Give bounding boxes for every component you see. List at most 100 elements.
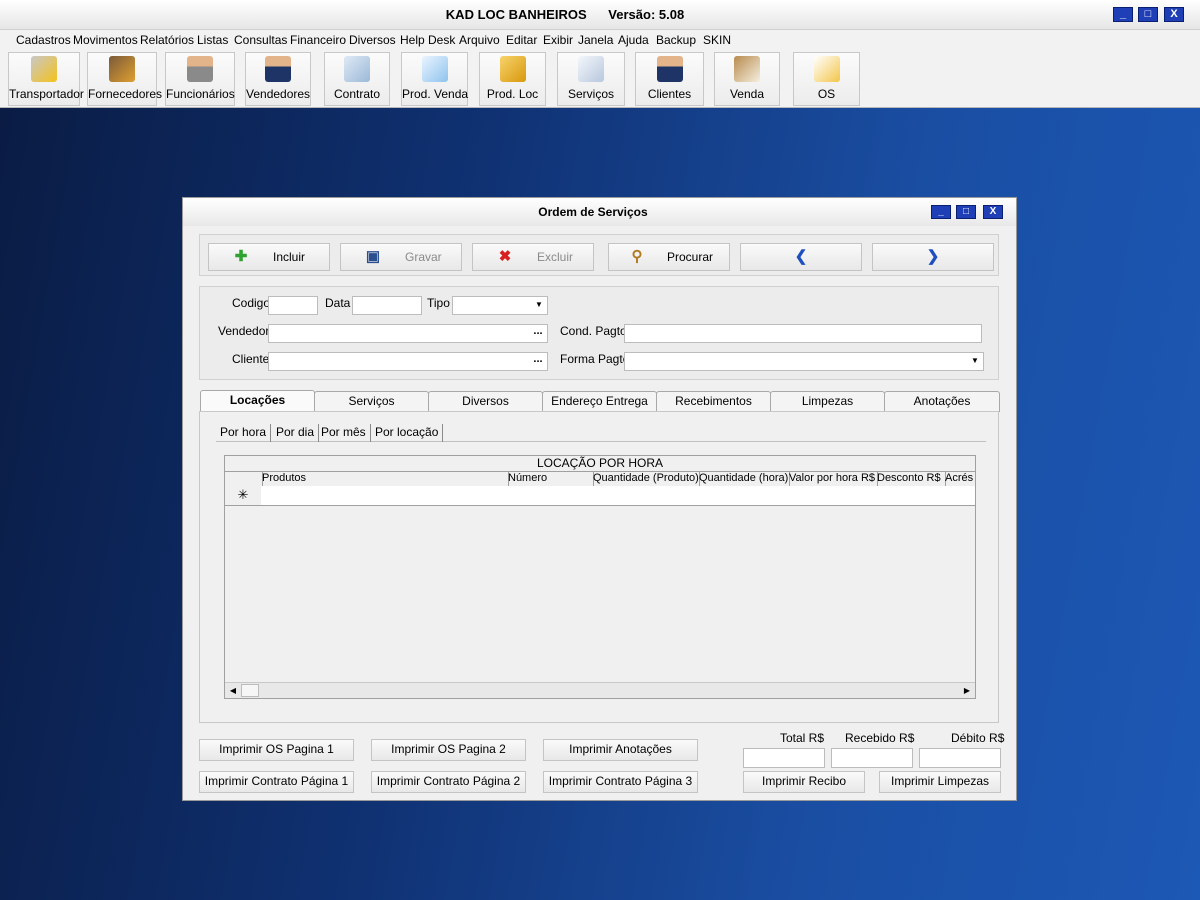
- menu-arquivo[interactable]: Arquivo: [459, 33, 500, 47]
- minimize-button[interactable]: _: [1113, 7, 1133, 22]
- menu-ajuda[interactable]: Ajuda: [618, 33, 649, 47]
- tipo-select[interactable]: ▼: [452, 296, 548, 315]
- forma-pagto-select[interactable]: ▼: [624, 352, 984, 371]
- toolbar-fornecedores-button[interactable]: Fornecedores: [87, 52, 162, 106]
- toolbar-contrato-button[interactable]: Contrato: [324, 52, 390, 106]
- toolbar-prod-loc-button[interactable]: Prod. Loc: [479, 52, 546, 106]
- tab-recebimentos[interactable]: Recebimentos: [656, 391, 771, 412]
- subtab-por-locacao[interactable]: Por locação: [375, 424, 444, 442]
- dialog-minimize-button[interactable]: _: [931, 205, 951, 219]
- col-quantidade-produto[interactable]: Quantidade (Produto): [592, 472, 700, 487]
- imprimir-anotacoes-button[interactable]: Imprimir Anotações: [543, 739, 698, 761]
- cliente-field[interactable]: ...: [268, 352, 548, 371]
- imprimir-recibo-button[interactable]: Imprimir Recibo: [743, 771, 865, 793]
- debito-label: Débito R$: [951, 731, 1005, 745]
- locacao-grid[interactable]: LOCAÇÃO POR HORA Produtos Número Quantid…: [224, 455, 976, 699]
- menu-skin[interactable]: SKIN: [703, 33, 731, 47]
- cell-produtos[interactable]: [261, 486, 508, 506]
- menu-diversos[interactable]: Diversos: [349, 33, 396, 47]
- next-record-button[interactable]: ❯: [872, 243, 994, 271]
- menu-relatorios[interactable]: Relatórios: [140, 33, 194, 47]
- cell-numero[interactable]: [507, 486, 593, 506]
- maximize-button[interactable]: □: [1138, 7, 1158, 22]
- menu-help-desk[interactable]: Help Desk: [400, 33, 455, 47]
- action-bar: ✚ Incluir ▣ Gravar ✖ Excluir ⚲ Procurar …: [199, 234, 999, 276]
- save-icon: ▣: [365, 248, 381, 265]
- scroll-thumb[interactable]: [241, 684, 259, 697]
- gravar-button[interactable]: ▣ Gravar: [340, 243, 462, 271]
- menu-backup[interactable]: Backup: [656, 33, 696, 47]
- toolbar-funcionarios-button[interactable]: Funcionários: [165, 52, 235, 106]
- previous-record-button[interactable]: ❮: [740, 243, 862, 271]
- toolbar-label: Prod. Venda: [402, 87, 469, 101]
- tab-anotacoes[interactable]: Anotações: [884, 391, 1000, 412]
- box-open-icon: [421, 56, 448, 82]
- chevron-down-icon[interactable]: ▼: [968, 354, 982, 367]
- tab-endereco-entrega[interactable]: Endereço Entrega: [542, 391, 657, 412]
- cell-quantidade-produto[interactable]: [592, 486, 699, 506]
- menu-consultas[interactable]: Consultas: [234, 33, 287, 47]
- subtab-por-dia[interactable]: Por dia: [276, 424, 320, 442]
- imprimir-contrato-pagina-2-button[interactable]: Imprimir Contrato Página 2: [371, 771, 526, 793]
- imprimir-contrato-pagina-1-button[interactable]: Imprimir Contrato Página 1: [199, 771, 354, 793]
- toolbar-servicos-button[interactable]: Serviços: [557, 52, 625, 106]
- col-desconto[interactable]: Desconto R$: [876, 472, 946, 487]
- scroll-right-icon[interactable]: ▶: [960, 684, 974, 697]
- toolbar-transportador-button[interactable]: Transportador: [8, 52, 84, 106]
- col-produtos[interactable]: Produtos: [261, 472, 509, 487]
- imprimir-limpezas-button[interactable]: Imprimir Limpezas: [879, 771, 1001, 793]
- toolbar-vendedores-button[interactable]: Vendedores: [245, 52, 311, 106]
- total-field[interactable]: [743, 748, 825, 768]
- recebido-field[interactable]: [831, 748, 913, 768]
- scroll-left-icon[interactable]: ◀: [226, 684, 240, 697]
- toolbar-prod-venda-button[interactable]: Prod. Venda: [401, 52, 468, 106]
- menu-editar[interactable]: Editar: [506, 33, 537, 47]
- codigo-label: Codigo: [232, 296, 271, 310]
- menu-exibir[interactable]: Exibir: [543, 33, 573, 47]
- suppliers-icon: [109, 56, 135, 82]
- data-field[interactable]: [352, 296, 422, 315]
- menu-cadastros[interactable]: Cadastros: [16, 33, 71, 47]
- chevron-down-icon[interactable]: ▼: [532, 298, 546, 311]
- plus-icon: ✚: [234, 248, 248, 265]
- excluir-label: Excluir: [537, 250, 574, 264]
- col-valor-por-hora[interactable]: Valor por hora R$: [788, 472, 878, 487]
- tab-limpezas[interactable]: Limpezas: [770, 391, 885, 412]
- subtab-por-hora[interactable]: Por hora: [220, 424, 272, 442]
- menu-janela[interactable]: Janela: [578, 33, 613, 47]
- menu-listas[interactable]: Listas: [197, 33, 228, 47]
- cell-valor-por-hora[interactable]: [788, 486, 877, 506]
- vendedor-field[interactable]: ...: [268, 324, 548, 343]
- close-button[interactable]: X: [1164, 7, 1184, 22]
- incluir-button[interactable]: ✚ Incluir: [208, 243, 330, 271]
- cond-pagto-field[interactable]: [624, 324, 982, 343]
- cell-quantidade-hora[interactable]: [698, 486, 789, 506]
- subtab-por-mes[interactable]: Por mês: [321, 424, 371, 442]
- debito-field[interactable]: [919, 748, 1001, 768]
- col-numero[interactable]: Número: [507, 472, 594, 487]
- vendedor-lookup-button[interactable]: ...: [530, 325, 546, 340]
- horizontal-scrollbar[interactable]: ◀ ▶: [225, 682, 975, 698]
- toolbar-venda-button[interactable]: Venda: [714, 52, 780, 106]
- pencil-note-icon: [813, 56, 840, 82]
- imprimir-contrato-pagina-3-button[interactable]: Imprimir Contrato Página 3: [543, 771, 698, 793]
- col-acrescimo[interactable]: Acrés: [944, 472, 976, 487]
- codigo-field[interactable]: [268, 296, 318, 315]
- imprimir-os-pagina-1-button[interactable]: Imprimir OS Pagina 1: [199, 739, 354, 761]
- toolbar-clientes-button[interactable]: Clientes: [635, 52, 704, 106]
- procurar-button[interactable]: ⚲ Procurar: [608, 243, 730, 271]
- col-quantidade-hora[interactable]: Quantidade (hora): [698, 472, 790, 487]
- dialog-maximize-button[interactable]: □: [956, 205, 976, 219]
- imprimir-os-pagina-2-button[interactable]: Imprimir OS Pagina 2: [371, 739, 526, 761]
- tab-diversos[interactable]: Diversos: [428, 391, 543, 412]
- excluir-button[interactable]: ✖ Excluir: [472, 243, 594, 271]
- menu-financeiro[interactable]: Financeiro: [290, 33, 346, 47]
- tab-locacoes[interactable]: Locações: [200, 390, 315, 413]
- cell-acrescimo[interactable]: [944, 486, 975, 506]
- dialog-close-button[interactable]: X: [983, 205, 1003, 219]
- tab-servicos[interactable]: Serviços: [314, 391, 429, 412]
- cliente-lookup-button[interactable]: ...: [530, 353, 546, 368]
- cell-desconto[interactable]: [876, 486, 945, 506]
- toolbar-os-button[interactable]: OS: [793, 52, 860, 106]
- menu-movimentos[interactable]: Movimentos: [73, 33, 138, 47]
